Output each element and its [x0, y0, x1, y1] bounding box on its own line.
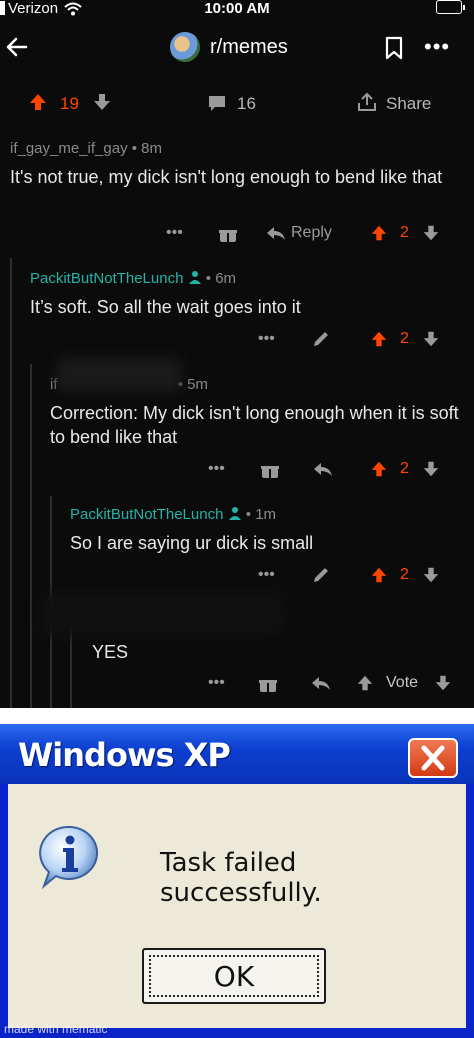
clock: 10:00 AM [204, 0, 270, 17]
upvote-arrow-icon[interactable] [28, 92, 48, 112]
comment: PackitButNotTheLunch • 1m So I are sayin… [70, 506, 464, 555]
reply-button[interactable]: Reply [291, 224, 332, 242]
back-arrow-icon[interactable] [4, 34, 30, 60]
op-user-icon [188, 271, 201, 284]
comment-text: Correction: My dick isn't long enough wh… [50, 403, 459, 447]
comment-age: 5m [187, 376, 208, 393]
post-score: 19 [60, 94, 79, 113]
gift-icon[interactable] [218, 224, 238, 244]
downvote-arrow-icon[interactable] [422, 566, 440, 584]
downvote-arrow-icon[interactable] [422, 460, 440, 478]
more-icon[interactable]: ••• [208, 460, 225, 478]
upvote-arrow-icon[interactable] [370, 460, 388, 478]
comment-icon[interactable] [207, 94, 227, 112]
info-icon [39, 825, 99, 890]
comment-age: 6m [215, 270, 237, 287]
comment: if_gay_me_if_gay • 8m It's not true, my … [10, 140, 466, 189]
reddit-app-screenshot: Verizon 10:00 AM r/memes ••• 19 16 Share… [0, 0, 474, 708]
more-icon[interactable]: ••• [258, 330, 275, 348]
more-icon[interactable]: ••• [258, 566, 275, 584]
downvote-arrow-icon[interactable] [422, 330, 440, 348]
dialog-message: Task failed successfully. [160, 848, 322, 908]
upvote-arrow-icon[interactable] [370, 330, 388, 348]
comment-count[interactable]: 16 [237, 94, 256, 114]
comment-score: 2 [400, 460, 409, 477]
more-options-icon[interactable]: ••• [424, 34, 450, 60]
comment-score: 2 [400, 566, 409, 583]
op-user-icon [228, 507, 241, 520]
post-action-bar: 19 16 Share [0, 84, 474, 122]
comment-actions: ••• Reply 2 [0, 224, 474, 248]
downvote-arrow-icon[interactable] [434, 674, 452, 692]
vote-label: Vote [386, 674, 419, 691]
upvote-arrow-icon[interactable] [370, 224, 388, 242]
dialog-body: Task failed successfully. OK [8, 784, 466, 1028]
comment-author[interactable]: PackitButNotTheLunch [30, 270, 183, 287]
top-nav-bar: r/memes ••• [0, 26, 474, 72]
comment-author[interactable]: PackitButNotTheLunch [70, 506, 223, 523]
upvote-arrow-icon[interactable] [370, 566, 388, 584]
downvote-arrow-icon[interactable] [92, 92, 112, 112]
windows-xp-dialog: Windows XP Task failed successfully. OK [0, 724, 474, 1038]
dialog-title: Windows XP [18, 736, 231, 774]
subreddit-avatar[interactable] [170, 32, 200, 62]
redaction-blur [56, 358, 182, 392]
close-icon [421, 745, 445, 771]
comment-score: 2 [400, 224, 409, 241]
downvote-arrow-icon[interactable] [422, 224, 440, 242]
battery-icon [436, 0, 465, 14]
close-button[interactable] [408, 738, 458, 778]
subreddit-name[interactable]: r/memes [210, 36, 288, 59]
status-bar: Verizon 10:00 AM [0, 0, 474, 22]
more-icon[interactable]: ••• [208, 674, 225, 692]
comment: PackitButNotTheLunch • 6m It’s soft. So … [30, 270, 460, 319]
comment-age: 1m [255, 506, 277, 523]
image-divider [0, 708, 474, 724]
more-icon[interactable]: ••• [166, 224, 183, 242]
comment-actions: ••• 2 [0, 566, 474, 590]
upvote-arrow-icon[interactable] [356, 674, 374, 692]
watermark: made with mematic [4, 1022, 108, 1036]
bookmark-icon[interactable] [384, 36, 404, 60]
reply-arrow-icon[interactable] [265, 226, 287, 242]
comment: YES [92, 640, 462, 664]
gift-icon[interactable] [258, 674, 278, 694]
comment-author[interactable]: if_gay_me_if_gay [10, 140, 128, 157]
reply-arrow-icon[interactable] [310, 676, 332, 692]
comment-text: YES [92, 642, 129, 662]
thread-line [30, 364, 32, 708]
comment-text: It’s soft. So all the wait goes into it [30, 297, 301, 317]
ok-button[interactable]: OK [142, 948, 326, 1004]
gift-icon[interactable] [260, 460, 280, 480]
comment-actions: ••• Vote [0, 674, 474, 698]
comment-score: 2 [400, 330, 409, 347]
edit-pencil-icon[interactable] [312, 330, 330, 348]
comment-age: 8m [141, 140, 163, 157]
edit-pencil-icon[interactable] [312, 566, 330, 584]
comment-actions: ••• 2 [0, 460, 474, 484]
dialog-titlebar: Windows XP [0, 724, 474, 784]
comment-text: It's not true, my dick isn't long enough… [10, 167, 443, 187]
share-icon[interactable] [356, 92, 378, 112]
comment-text: So I are saying ur dick is small [70, 533, 314, 553]
redaction-blur [40, 592, 284, 636]
ok-button-label: OK [213, 960, 255, 993]
comment-actions: ••• 2 [0, 330, 474, 354]
share-button[interactable]: Share [386, 94, 431, 114]
reply-arrow-icon[interactable] [312, 462, 334, 478]
